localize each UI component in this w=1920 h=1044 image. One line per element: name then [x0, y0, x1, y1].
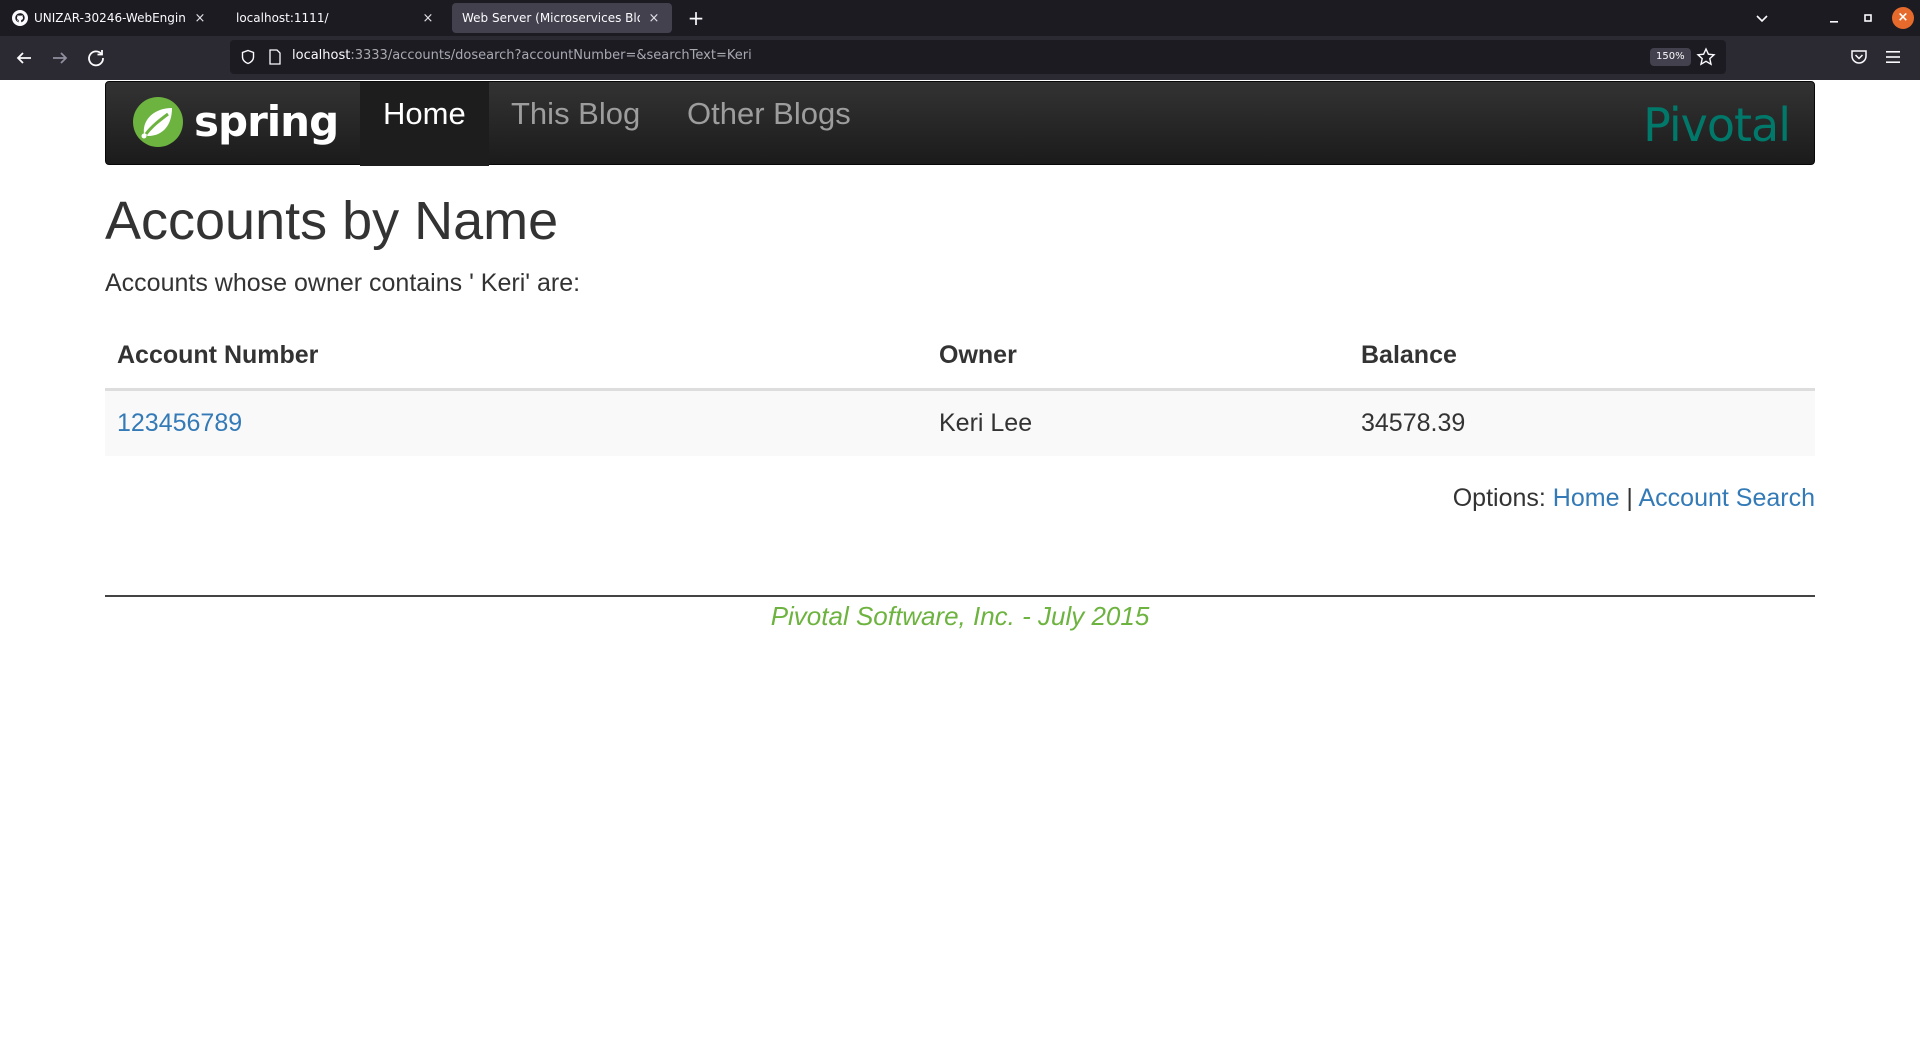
nav-this-blog-label: This Blog: [511, 96, 641, 131]
address-bar[interactable]: localhost:3333/accounts/dosearch?account…: [230, 40, 1726, 74]
table-row: 123456789 Keri Lee 34578.39: [105, 389, 1815, 456]
maximize-icon[interactable]: [1860, 10, 1876, 26]
github-icon: [12, 10, 28, 26]
account-search-link[interactable]: Account Search: [1639, 484, 1816, 512]
owner-cell: Keri Lee: [927, 389, 1349, 456]
browser-nav-bar: localhost:3333/accounts/dosearch?account…: [0, 36, 1920, 80]
bookmark-star-icon[interactable]: [1696, 47, 1716, 67]
footer-text: Pivotal Software, Inc. - July 2015: [770, 601, 1150, 631]
url-path: :3333/accounts/dosearch?accountNumber=&s…: [350, 48, 752, 63]
page-content: spring Home This Blog Other Blogs Pivota…: [105, 81, 1815, 632]
options-separator: |: [1626, 484, 1633, 512]
zoom-level-badge[interactable]: 150%: [1650, 48, 1691, 66]
table-header-row: Account Number Owner Balance: [105, 321, 1815, 391]
url-host: localhost: [292, 48, 351, 63]
nav-other-blogs-label: Other Blogs: [687, 96, 851, 131]
close-icon[interactable]: ×: [646, 11, 662, 26]
tab-localhost-1111[interactable]: localhost:1111/ ×: [224, 3, 446, 33]
url-text[interactable]: localhost:3333/accounts/dosearch?account…: [292, 48, 752, 63]
forward-arrow-icon[interactable]: [48, 46, 72, 70]
account-number-link[interactable]: 123456789: [117, 409, 242, 437]
column-header-account-number: Account Number: [105, 321, 927, 391]
chevron-down-icon[interactable]: [1752, 8, 1772, 28]
hamburger-menu-icon[interactable]: [1884, 48, 1902, 66]
tab-title: localhost:1111/: [236, 11, 329, 25]
home-link[interactable]: Home: [1553, 484, 1620, 512]
spring-brand[interactable]: spring: [132, 94, 339, 150]
column-header-balance: Balance: [1349, 321, 1815, 391]
tab-github[interactable]: UNIZAR-30246-WebEngineering ×: [2, 3, 218, 33]
balance-cell: 34578.39: [1349, 389, 1815, 456]
tab-title: Web Server (Microservices Blog): [462, 11, 640, 25]
nav-other-blogs[interactable]: Other Blogs: [664, 82, 874, 166]
shield-icon[interactable]: [240, 49, 256, 65]
account-number-cell: 123456789: [105, 389, 927, 456]
accounts-table: Account Number Owner Balance 123456789 K…: [105, 321, 1815, 456]
nav-home[interactable]: Home: [360, 82, 489, 166]
pocket-icon[interactable]: [1850, 48, 1868, 66]
pivotal-logo: Pivotal: [1643, 98, 1791, 152]
tab-title: UNIZAR-30246-WebEngineering: [34, 11, 186, 25]
back-arrow-icon[interactable]: [12, 46, 36, 70]
column-header-owner: Owner: [927, 321, 1349, 391]
nav-this-blog[interactable]: This Blog: [488, 82, 663, 166]
close-icon[interactable]: ×: [192, 11, 208, 26]
nav-home-label: Home: [383, 96, 466, 131]
page-title: Accounts by Name: [105, 191, 559, 251]
options-label: Options:: [1452, 484, 1546, 512]
site-navbar: spring Home This Blog Other Blogs Pivota…: [105, 81, 1815, 166]
search-summary: Accounts whose owner contains ' Keri' ar…: [105, 269, 581, 297]
footer-divider: [105, 595, 1815, 597]
new-tab-button[interactable]: +: [684, 6, 708, 30]
browser-tab-bar: UNIZAR-30246-WebEngineering × localhost:…: [0, 0, 1920, 36]
spring-leaf-logo: [133, 97, 183, 147]
page-icon[interactable]: [268, 49, 282, 65]
window-close-button[interactable]: ×: [1892, 7, 1914, 29]
minimize-icon[interactable]: [1826, 10, 1842, 26]
tab-web-server[interactable]: Web Server (Microservices Blog) ×: [452, 3, 672, 33]
reload-icon[interactable]: [84, 46, 108, 70]
options-bar: Options: Home | Account Search: [105, 484, 1815, 513]
brand-name: spring: [194, 97, 339, 146]
close-icon[interactable]: ×: [420, 11, 436, 26]
